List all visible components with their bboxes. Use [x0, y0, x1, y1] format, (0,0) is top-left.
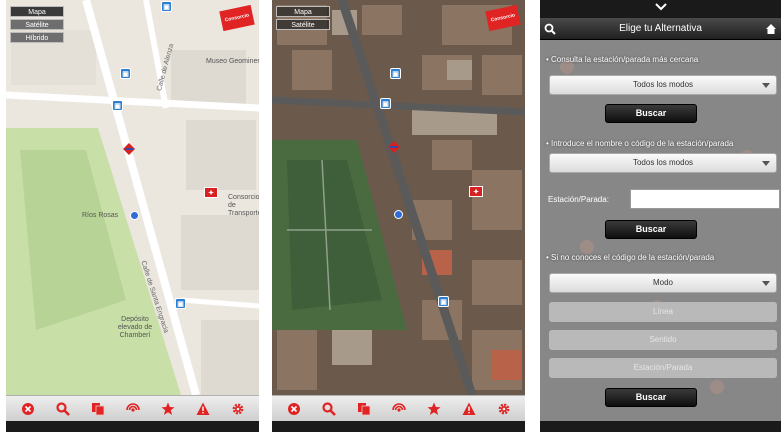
line-select[interactable]: Línea: [549, 302, 777, 322]
map-type-map-button[interactable]: Mapa: [10, 6, 64, 17]
station-field-label: Estación/Parada:: [548, 195, 609, 204]
title-bar: Elige tu Alternativa: [540, 18, 781, 40]
station-input[interactable]: [630, 189, 780, 209]
map-type-satellite-button[interactable]: Satélite: [10, 19, 64, 30]
current-location-marker: [394, 210, 403, 219]
section-nearest-text: Consulta la estación/parada más cercana: [551, 55, 699, 64]
consorcio-marker[interactable]: ✦: [204, 187, 218, 198]
section-name-code-label: • Introduce el nombre o código de la est…: [546, 139, 734, 148]
chevron-down-icon[interactable]: [654, 2, 668, 12]
search-screen: Elige tu Alternativa • Consulta la estac…: [540, 0, 781, 432]
bus-stop-marker[interactable]: ▣: [112, 100, 123, 111]
map-type-selector: Mapa Satélite: [276, 6, 330, 32]
metro-station-marker[interactable]: [388, 141, 400, 153]
status-bar: [540, 0, 781, 18]
satellite-graphics: [272, 0, 525, 395]
star-icon[interactable]: [157, 398, 179, 420]
close-circle-icon[interactable]: [283, 398, 305, 420]
section-name-code-text: Introduce el nombre o código de la estac…: [551, 139, 734, 148]
dropdown-arrow-icon: [762, 281, 770, 286]
mode-select[interactable]: Modo: [549, 273, 777, 293]
signal-icon[interactable]: [122, 398, 144, 420]
bus-stop-marker[interactable]: ▣: [120, 68, 131, 79]
page-title: Elige tu Alternativa: [619, 23, 702, 34]
bottom-toolbar: [6, 395, 259, 421]
gear-icon[interactable]: [493, 398, 515, 420]
close-circle-icon[interactable]: [17, 398, 39, 420]
navigation-bar: [6, 421, 259, 432]
map-screen: Mapa Satélite Híbrido Consorcio Museo Ge…: [6, 0, 259, 432]
map-type-selector: Mapa Satélite Híbrido: [10, 6, 64, 45]
current-location-marker: [130, 211, 139, 220]
mode-select-nearest[interactable]: Todos los modos: [549, 75, 777, 95]
mode-select-nearest-value: Todos los modos: [632, 80, 694, 89]
bottom-toolbar: [272, 395, 525, 421]
direction-select[interactable]: Sentido: [549, 330, 777, 350]
search-icon[interactable]: [52, 398, 74, 420]
metro-station-marker[interactable]: [123, 143, 135, 155]
signal-icon[interactable]: [388, 398, 410, 420]
dropdown-arrow-icon: [762, 161, 770, 166]
mode-select-value: Modo: [652, 278, 673, 287]
satellite-screen: Mapa Satélite Consorcio ▣ ▣ ▣ ✦: [272, 0, 525, 432]
home-icon[interactable]: [765, 23, 777, 35]
bus-stop-marker[interactable]: ▣: [438, 296, 449, 307]
mode-select-name-code[interactable]: Todos los modos: [549, 153, 777, 173]
bus-stop-marker[interactable]: ▣: [380, 98, 391, 109]
satellite-map[interactable]: Mapa Satélite Consorcio ▣ ▣ ▣ ✦: [272, 0, 525, 395]
warning-icon[interactable]: [192, 398, 214, 420]
bus-stop-marker[interactable]: ▣: [161, 1, 172, 12]
bus-stop-marker[interactable]: ▣: [175, 298, 186, 309]
station-select[interactable]: Estación/Parada: [549, 358, 777, 378]
place-label-deposito: Depósito elevado de Chamberí: [117, 316, 153, 339]
search-route-button[interactable]: Buscar: [605, 388, 697, 407]
section-unknown-code-text: Si no conoces el código de la estación/p…: [551, 253, 715, 262]
mode-select-name-code-value: Todos los modos: [632, 158, 694, 167]
dropdown-arrow-icon: [762, 83, 770, 88]
search-icon[interactable]: [318, 398, 340, 420]
map-type-map-button[interactable]: Mapa: [276, 6, 330, 17]
section-nearest-label: • Consulta la estación/parada más cercan…: [546, 55, 699, 64]
section-unknown-code-label: • Si no conoces el código de la estación…: [546, 253, 715, 262]
search-nearest-button[interactable]: Buscar: [605, 104, 697, 123]
navigation-bar: [272, 421, 525, 432]
gear-icon[interactable]: [227, 398, 249, 420]
place-label-consorcio: Consorcio de Transportes: [228, 194, 259, 217]
copy-icon[interactable]: [87, 398, 109, 420]
search-station-button[interactable]: Buscar: [605, 220, 697, 239]
bus-stop-marker[interactable]: ▣: [390, 68, 401, 79]
warning-icon[interactable]: [458, 398, 480, 420]
consorcio-marker[interactable]: ✦: [469, 186, 483, 197]
copy-icon[interactable]: [353, 398, 375, 420]
star-icon[interactable]: [423, 398, 445, 420]
place-label-museum: Museo Geominero: [206, 58, 259, 65]
map-type-satellite-button[interactable]: Satélite: [276, 19, 330, 30]
map-type-hybrid-button[interactable]: Híbrido: [10, 32, 64, 43]
navigation-bar: [540, 421, 781, 432]
place-label-rios-rosas: Ríos Rosas: [82, 212, 119, 219]
street-map[interactable]: Mapa Satélite Híbrido Consorcio Museo Ge…: [6, 0, 259, 395]
